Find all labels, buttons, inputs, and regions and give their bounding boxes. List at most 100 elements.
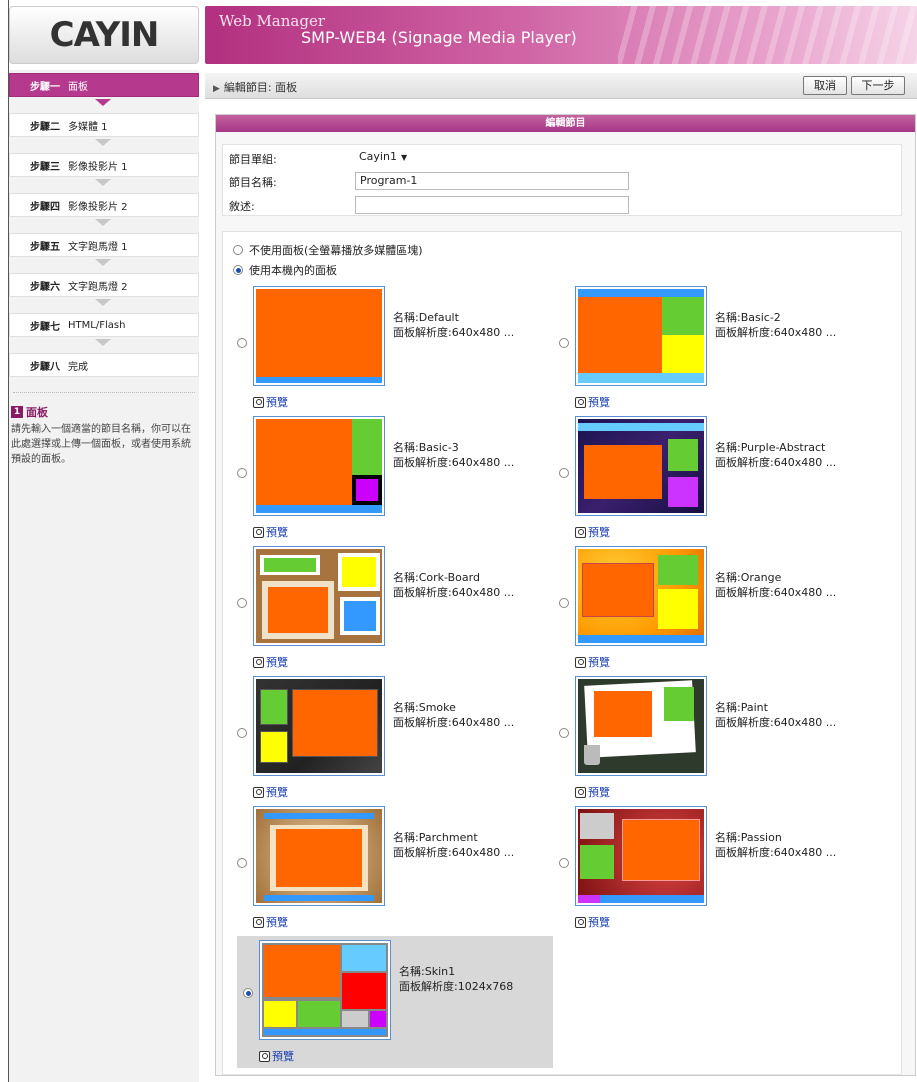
- template-name: Smoke: [418, 701, 456, 714]
- preview-link[interactable]: 預覽: [575, 394, 610, 410]
- template-thumbnail[interactable]: [253, 416, 385, 516]
- template-resolution: 1024x768: [457, 980, 514, 993]
- template-thumbnail[interactable]: [575, 676, 707, 776]
- sidebar-step-5[interactable]: 步驟五 文字跑馬燈 1: [9, 233, 199, 257]
- arrow-down-icon: [95, 179, 111, 186]
- template-item[interactable]: 名稱:Orange 面板解析度:640x480 ... 預覽: [553, 546, 863, 678]
- template-item[interactable]: 名稱:Default 面板解析度:640x480 ... 預覽: [231, 286, 541, 418]
- sidebar-step-4[interactable]: 步驟四 影像投影片 2: [9, 193, 199, 217]
- breadcrumb-text: 編輯節目: 面板: [223, 81, 298, 94]
- template-radio[interactable]: [237, 468, 247, 478]
- preview-link[interactable]: 預覽: [253, 654, 288, 670]
- preview-link[interactable]: 預覽: [259, 1048, 294, 1064]
- magnifier-icon: [259, 1050, 270, 1062]
- panel-header: 編輯節目: [216, 115, 915, 132]
- template-resolution: 640x480 ...: [773, 326, 837, 339]
- sidebar-step-1[interactable]: 步驟一 面板: [9, 73, 199, 97]
- app-frame: CAYIN Web Manager SMP-WEB4 (Signage Medi…: [8, 0, 917, 1082]
- template-radio[interactable]: [559, 728, 569, 738]
- edit-program-panel: 編輯節目 節目單組: Cayin1 ▼ 節目名稱: Program-1 敘述: 不…: [215, 114, 916, 1076]
- magnifier-icon: [253, 656, 264, 668]
- template-name: Skin1: [424, 965, 456, 978]
- step-number: 步驟五: [30, 241, 60, 253]
- step-number: 步驟三: [30, 161, 60, 173]
- template-thumbnail[interactable]: [253, 546, 385, 646]
- no-panel-option[interactable]: 不使用面板(全螢幕播放多媒體區塊): [233, 242, 423, 258]
- sidebar-step-8[interactable]: 步驟八 完成: [9, 353, 199, 377]
- sidebar-divider: [13, 392, 195, 393]
- preview-link[interactable]: 預覽: [575, 784, 610, 800]
- template-radio[interactable]: [237, 728, 247, 738]
- template-item[interactable]: 名稱:Basic-2 面板解析度:640x480 ... 預覽: [553, 286, 863, 418]
- template-thumbnail[interactable]: [575, 286, 707, 386]
- template-item[interactable]: 名稱:Paint 面板解析度:640x480 ... 預覽: [553, 676, 863, 808]
- template-thumbnail[interactable]: [253, 806, 385, 906]
- template-radio[interactable]: [559, 598, 569, 608]
- preview-link[interactable]: 預覽: [253, 524, 288, 540]
- sidebar-step-6[interactable]: 步驟六 文字跑馬燈 2: [9, 273, 199, 297]
- arrow-down-icon: [95, 299, 111, 306]
- sidebar-step-3[interactable]: 步驟三 影像投影片 1: [9, 153, 199, 177]
- template-radio-selected[interactable]: [243, 988, 253, 998]
- group-select[interactable]: Cayin1 ▼: [355, 148, 413, 166]
- template-resolution: 640x480 ...: [773, 846, 837, 859]
- template-radio[interactable]: [559, 338, 569, 348]
- next-button[interactable]: 下一步: [851, 76, 905, 95]
- radio-selected-icon[interactable]: [233, 265, 243, 275]
- preview-link[interactable]: 預覽: [253, 914, 288, 930]
- magnifier-icon: [253, 526, 264, 538]
- template-thumbnail[interactable]: [253, 676, 385, 776]
- program-name-input[interactable]: Program-1: [355, 172, 629, 190]
- preview-link[interactable]: 預覽: [575, 654, 610, 670]
- arrow-down-icon: [95, 339, 111, 346]
- step-label: 完成: [68, 361, 88, 373]
- preview-link[interactable]: 預覽: [575, 914, 610, 930]
- step-label: 多媒體 1: [68, 121, 108, 133]
- template-name: Orange: [740, 571, 782, 584]
- template-item[interactable]: 名稱:Purple-Abstract 面板解析度:640x480 ... 預覽: [553, 416, 863, 548]
- sidebar-step-7[interactable]: 步驟七 HTML/Flash: [9, 313, 199, 337]
- magnifier-icon: [575, 396, 586, 408]
- description-input[interactable]: [355, 196, 629, 214]
- template-info: 名稱:Orange 面板解析度:640x480 ...: [715, 571, 837, 599]
- template-thumbnail[interactable]: [575, 546, 707, 646]
- template-thumbnail[interactable]: [575, 806, 707, 906]
- template-resolution: 640x480 ...: [451, 846, 515, 859]
- chevron-down-icon: ▼: [400, 153, 408, 162]
- preview-link[interactable]: 預覽: [575, 524, 610, 540]
- template-name: Parchment: [418, 831, 478, 844]
- help-box: 1 面板 請先輸入一個適當的節目名稱，你可以在此處選擇或上傳一個面板，或者使用系統…: [11, 404, 197, 467]
- template-info: 名稱:Default 面板解析度:640x480 ...: [393, 311, 515, 339]
- template-name: Basic-3: [418, 441, 459, 454]
- use-panel-option[interactable]: 使用本機內的面板: [233, 262, 337, 278]
- template-item[interactable]: 名稱:Parchment 面板解析度:640x480 ... 預覽: [231, 806, 541, 938]
- template-item[interactable]: 名稱:Cork-Board 面板解析度:640x480 ... 預覽: [231, 546, 541, 678]
- sidebar-step-2[interactable]: 步驟二 多媒體 1: [9, 113, 199, 137]
- step-label: 面板: [68, 81, 88, 93]
- template-thumbnail[interactable]: [575, 416, 707, 516]
- group-label: 節目單組:: [229, 153, 277, 166]
- template-info: 名稱:Paint 面板解析度:640x480 ...: [715, 701, 837, 729]
- template-radio[interactable]: [237, 338, 247, 348]
- radio-icon[interactable]: [233, 245, 243, 255]
- template-radio[interactable]: [237, 858, 247, 868]
- preview-link[interactable]: 預覽: [253, 784, 288, 800]
- template-info: 名稱:Purple-Abstract 面板解析度:640x480 ...: [715, 441, 837, 469]
- template-item[interactable]: 名稱:Smoke 面板解析度:640x480 ... 預覽: [231, 676, 541, 808]
- template-item[interactable]: 名稱:Basic-3 面板解析度:640x480 ... 預覽: [231, 416, 541, 548]
- step-label: 影像投影片 1: [68, 161, 128, 173]
- template-item[interactable]: 名稱:Passion 面板解析度:640x480 ... 預覽: [553, 806, 863, 938]
- step-number: 步驟二: [30, 121, 60, 133]
- template-radio[interactable]: [559, 858, 569, 868]
- template-thumbnail[interactable]: [253, 286, 385, 386]
- template-thumbnail[interactable]: [259, 940, 391, 1040]
- template-item-selected[interactable]: 名稱:Skin1 面板解析度:1024x768 預覽: [237, 936, 553, 1068]
- step-number: 步驟四: [30, 201, 60, 213]
- template-resolution: 640x480 ...: [451, 456, 515, 469]
- template-radio[interactable]: [237, 598, 247, 608]
- preview-link[interactable]: 預覽: [253, 394, 288, 410]
- use-panel-label: 使用本機內的面板: [249, 264, 337, 277]
- template-radio[interactable]: [559, 468, 569, 478]
- cancel-button[interactable]: 取消: [803, 76, 847, 95]
- template-name: Passion: [740, 831, 782, 844]
